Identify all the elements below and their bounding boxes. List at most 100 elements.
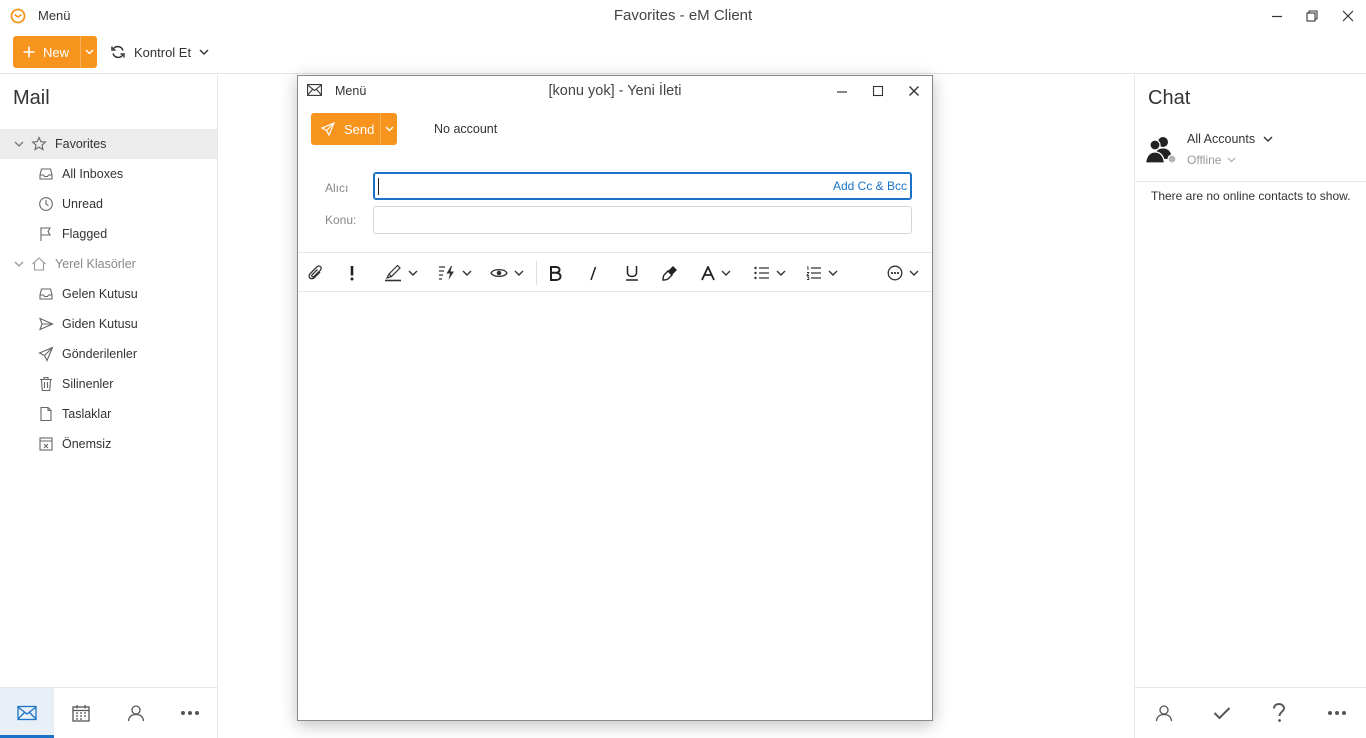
subject-field[interactable] — [373, 206, 912, 234]
italic-button[interactable] — [588, 261, 598, 285]
highlight-icon — [385, 264, 401, 282]
quick-text-button[interactable] — [438, 261, 472, 285]
chevron-down-icon — [85, 49, 93, 55]
subject-input[interactable] — [380, 208, 820, 232]
outbox-icon — [39, 317, 54, 331]
attach-button[interactable] — [308, 261, 324, 285]
sidebar-item-giden-kutusu[interactable]: Giden Kutusu — [0, 309, 217, 339]
view-button[interactable] — [490, 261, 524, 285]
star-icon — [31, 136, 47, 151]
format-painter-icon — [662, 266, 677, 281]
sidebar-group-local-folders[interactable]: Yerel Klasörler — [0, 249, 217, 279]
plus-icon — [23, 46, 35, 58]
chat-title: Chat — [1148, 87, 1191, 109]
from-account-selector[interactable]: No account — [434, 122, 497, 136]
numbered-list-icon — [806, 266, 821, 280]
chevron-down-icon — [462, 270, 472, 276]
sidebar-item-unread[interactable]: Unread — [0, 189, 217, 219]
text-caret — [378, 178, 379, 195]
bold-button[interactable] — [549, 261, 562, 285]
minimize-icon — [837, 91, 847, 93]
format-painter-button[interactable] — [662, 261, 678, 285]
restore-icon — [1306, 10, 1318, 22]
sidebar-item-silinenler[interactable]: Silinenler — [0, 369, 217, 399]
chevron-down-icon — [828, 270, 838, 276]
priority-button[interactable] — [349, 261, 355, 285]
chat-more-button[interactable] — [1308, 688, 1366, 738]
chat-contacts-button[interactable] — [1135, 688, 1193, 738]
sidebar-item-gelen-kutusu[interactable]: Gelen Kutusu — [0, 279, 217, 309]
minimize-icon — [1272, 15, 1282, 18]
module-nav — [0, 687, 217, 738]
close-icon — [909, 86, 919, 96]
highlight-button[interactable] — [384, 261, 418, 285]
send-dropdown-button[interactable] — [381, 113, 397, 145]
sidebar-item-label: Gelen Kutusu — [62, 287, 138, 301]
sidebar-group-label: Favorites — [55, 137, 107, 151]
to-input[interactable] — [380, 174, 820, 198]
compose-close-button[interactable] — [901, 80, 927, 102]
subject-label: Konu: — [325, 213, 357, 227]
new-dropdown-button[interactable] — [81, 36, 97, 68]
restore-button[interactable] — [1297, 4, 1327, 28]
sidebar-item-label: Flagged — [62, 227, 108, 241]
add-cc-bcc-link[interactable]: Add Cc & Bcc — [833, 179, 907, 193]
to-field[interactable]: Add Cc & Bcc — [373, 172, 912, 200]
close-icon — [1342, 10, 1354, 22]
underline-button[interactable] — [625, 261, 639, 285]
chat-status-selector[interactable]: Offline — [1187, 153, 1236, 167]
font-button[interactable] — [701, 261, 731, 285]
new-button-label: New — [43, 44, 70, 60]
sidebar-item-taslaklar[interactable]: Taslaklar — [0, 399, 217, 429]
contacts-module-button[interactable] — [109, 688, 163, 738]
sidebar-item-gonderilenler[interactable]: Gönderilenler — [0, 339, 217, 369]
maximize-icon — [872, 85, 884, 97]
more-modules-button[interactable] — [163, 688, 217, 738]
chevron-down-icon[interactable] — [13, 138, 25, 150]
new-button[interactable]: New — [13, 36, 97, 68]
calendar-module-button[interactable] — [54, 688, 108, 738]
inbox-icon — [39, 288, 53, 300]
sidebar-item-all-inboxes[interactable]: All Inboxes — [0, 159, 217, 189]
more-icon — [180, 711, 199, 715]
title-bar: Menü Favorites - eM Client — [0, 0, 1366, 32]
chevron-down-icon — [909, 270, 919, 276]
chat-account-selector[interactable]: All Accounts — [1187, 132, 1273, 146]
chat-bottom-nav — [1135, 687, 1366, 738]
chat-divider — [1135, 181, 1366, 182]
message-body-editor[interactable] — [298, 293, 932, 720]
sidebar-item-label: Taslaklar — [62, 407, 112, 421]
chat-tasks-button[interactable] — [1193, 688, 1251, 738]
priority-icon — [350, 266, 354, 281]
toolbar-separator — [536, 261, 537, 285]
chat-empty-message: There are no online contacts to show. — [1151, 189, 1351, 203]
compose-window: Menü [konu yok] - Yeni İleti Send No acc… — [297, 75, 933, 721]
minimize-button[interactable] — [1262, 4, 1292, 28]
trash-icon — [40, 376, 52, 392]
sync-label: Kontrol Et — [134, 44, 192, 60]
sync-icon — [111, 45, 125, 59]
chevron-down-icon[interactable] — [13, 258, 25, 270]
send-button-main[interactable]: Send — [311, 113, 381, 145]
emoji-button[interactable] — [887, 261, 919, 285]
tasks-icon — [1213, 707, 1230, 720]
chat-help-button[interactable] — [1251, 688, 1309, 738]
new-button-main[interactable]: New — [13, 36, 81, 68]
mail-module-button[interactable] — [0, 688, 55, 738]
send-button[interactable]: Send — [311, 113, 397, 145]
sidebar-item-label: All Inboxes — [62, 167, 124, 181]
sidebar-item-flagged[interactable]: Flagged — [0, 219, 217, 249]
sync-button[interactable]: Kontrol Et — [110, 36, 209, 68]
folder-tree: Favorites All Inboxes Unread Flagged Yer… — [0, 129, 217, 459]
sidebar-item-label: Gönderilenler — [62, 347, 138, 361]
bullet-list-icon — [754, 266, 769, 280]
bullet-list-button[interactable] — [754, 261, 786, 285]
mail-icon — [17, 705, 37, 721]
close-button[interactable] — [1333, 4, 1363, 28]
sidebar-item-onemsiz[interactable]: Önemsiz — [0, 429, 217, 459]
sidebar-item-label: Silinenler — [62, 377, 114, 391]
sidebar-group-favorites[interactable]: Favorites — [0, 129, 217, 159]
compose-maximize-button[interactable] — [865, 80, 891, 102]
compose-minimize-button[interactable] — [829, 80, 855, 102]
numbered-list-button[interactable] — [806, 261, 838, 285]
